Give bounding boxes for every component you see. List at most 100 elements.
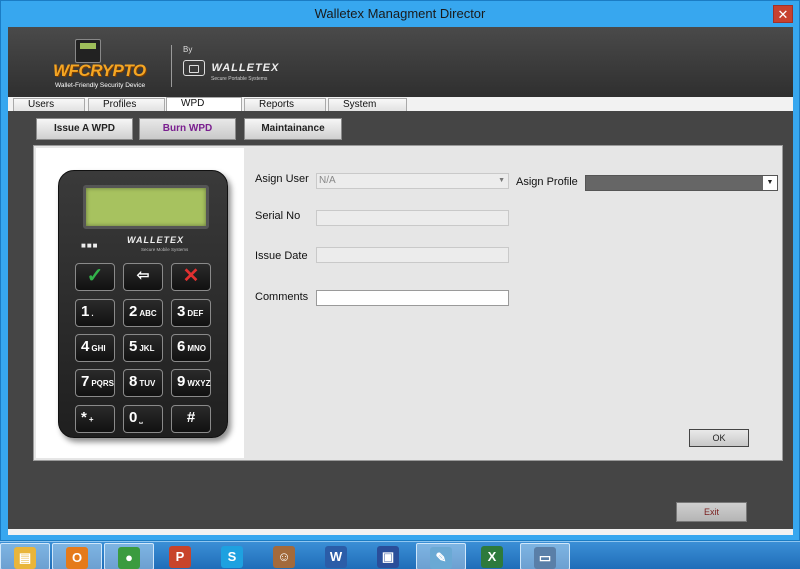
device-key-star: * + xyxy=(75,405,115,433)
chevron-down-icon: ▼ xyxy=(498,177,505,184)
walletex-logo-subtitle: Secure Portable Systems xyxy=(211,76,268,82)
taskbar-notepad[interactable]: ✎ xyxy=(416,543,466,569)
taskbar-outlook[interactable]: O xyxy=(52,543,102,569)
powerpoint-icon: P xyxy=(169,546,191,568)
taskbar-file-explorer[interactable]: ▤ xyxy=(0,543,50,569)
taskbar-chrome[interactable]: ● xyxy=(104,543,154,569)
device-brand: WALLETEX xyxy=(127,235,184,245)
notepad-icon: ✎ xyxy=(430,547,452,569)
burn-wpd-button[interactable]: Burn WPD xyxy=(139,118,236,140)
assign-profile-select[interactable]: ▼ xyxy=(585,175,778,191)
key-digit: 2 xyxy=(129,303,138,320)
key-letters: . xyxy=(91,309,94,318)
footer-bar: Exit xyxy=(8,494,793,529)
tab-reports[interactable]: Reports xyxy=(244,98,326,111)
device-cancel-key: ✕ xyxy=(171,263,211,291)
device-key-2: 2 ABC xyxy=(123,299,163,327)
main-tabs: Users Profiles WPD Reports System xyxy=(8,97,793,111)
wpd-panel: Issue A WPD Burn WPD Maintainance ■■■ WA… xyxy=(8,111,793,503)
chevron-down-icon: ▼ xyxy=(763,176,777,190)
key-letters: WXYZ xyxy=(187,379,211,388)
key-letters: ABC xyxy=(139,309,157,318)
tab-profiles[interactable]: Profiles xyxy=(88,98,165,111)
key-letters: JKL xyxy=(139,344,155,353)
taskbar-word[interactable]: W xyxy=(312,543,362,569)
window-title: Walletex Managment Director xyxy=(314,6,486,21)
logo-divider xyxy=(171,45,172,87)
comments-label: Comments xyxy=(255,291,309,303)
device-key-7: 7 PQRS xyxy=(75,369,115,397)
issue-date-field[interactable] xyxy=(316,247,509,263)
assign-user-value: N/A xyxy=(319,175,336,186)
device-indicator-dots: ■■■ xyxy=(81,241,99,250)
assign-profile-label: Asign Profile xyxy=(516,176,578,188)
taskbar-excel[interactable]: X xyxy=(468,543,518,569)
wfcrypto-logo: WFCRYPTO Wallet-Friendly Security Device xyxy=(53,37,163,93)
chrome-icon: ● xyxy=(118,547,140,569)
wfcrypto-device-icon xyxy=(75,39,101,63)
key-digit: 6 xyxy=(177,338,186,355)
device-lcd-screen xyxy=(83,185,209,229)
taskbar-powerpoint[interactable]: P xyxy=(156,543,206,569)
taskbar-contacts[interactable]: ☺ xyxy=(260,543,310,569)
assign-user-label: Asign User xyxy=(255,173,309,185)
app-window-icon: ▭ xyxy=(534,547,556,569)
tab-system[interactable]: System xyxy=(328,98,407,111)
device-back-key: ⇦ xyxy=(123,263,163,291)
device-key-3: 3 DEF xyxy=(171,299,211,327)
issue-wpd-button[interactable]: Issue A WPD xyxy=(36,118,133,140)
remote-desktop-icon: ▣ xyxy=(377,546,399,568)
device-key-6: 6 MNO xyxy=(171,334,211,362)
comments-field[interactable] xyxy=(316,290,509,306)
key-digit: 5 xyxy=(129,338,138,355)
issue-date-label: Issue Date xyxy=(255,250,308,262)
device-key-hash: # xyxy=(171,405,211,433)
issue-wpd-form: ■■■ WALLETEX Secure Mobile Systems ✓ ⇦ ✕… xyxy=(33,145,783,461)
outlook-icon: O xyxy=(66,547,88,569)
key-digit: 8 xyxy=(129,373,138,390)
walletex-wallet-icon xyxy=(183,59,205,76)
serial-no-label: Serial No xyxy=(255,210,301,222)
device-image-area: ■■■ WALLETEX Secure Mobile Systems ✓ ⇦ ✕… xyxy=(36,148,244,458)
by-label: By xyxy=(183,45,193,54)
key-letters: PQRS xyxy=(91,379,115,388)
header-banner: WFCRYPTO Wallet-Friendly Security Device… xyxy=(8,27,793,97)
device-key-4: 4 GHI xyxy=(75,334,115,362)
key-digit: 4 xyxy=(81,338,90,355)
device-key-5: 5 JKL xyxy=(123,334,163,362)
client-area: WFCRYPTO Wallet-Friendly Security Device… xyxy=(8,27,793,535)
excel-icon: X xyxy=(481,546,503,568)
taskbar-app-window[interactable]: ▭ xyxy=(520,543,570,569)
word-icon: W xyxy=(325,546,347,568)
window-close-button[interactable]: ✕ xyxy=(773,5,793,23)
device-brand-subtitle: Secure Mobile Systems xyxy=(141,247,189,252)
key-letters: GHI xyxy=(91,344,106,353)
file-explorer-icon: ▤ xyxy=(14,547,36,569)
device-key-9: 9 WXYZ xyxy=(171,369,211,397)
wfcrypto-logo-text: WFCRYPTO xyxy=(53,61,146,80)
key-letters: MNO xyxy=(187,344,207,353)
device-key-1: 1. xyxy=(75,299,115,327)
assign-user-select[interactable]: N/A ▼ xyxy=(316,173,509,189)
walletex-logo-text: WALLETEX xyxy=(211,61,280,74)
tab-users[interactable]: Users xyxy=(13,98,85,111)
serial-no-field[interactable] xyxy=(316,210,509,226)
walletex-logo: WALLETEX Secure Portable Systems xyxy=(183,59,280,82)
key-digit: 0 xyxy=(129,409,138,426)
key-digit: 3 xyxy=(177,303,186,320)
key-digit: 9 xyxy=(177,373,186,390)
device-key-0: 0 ⎵ xyxy=(123,405,163,433)
key-digit: 1 xyxy=(81,303,90,320)
exit-button[interactable]: Exit xyxy=(676,502,747,522)
app-window: Walletex Managment Director ✕ WFCRYPTO W… xyxy=(0,0,800,541)
key-digit: * xyxy=(81,409,87,426)
taskbar-remote-desktop[interactable]: ▣ xyxy=(364,543,414,569)
tab-wpd[interactable]: WPD xyxy=(166,97,242,111)
windows-taskbar: ▤ O ● P S ☺ W ▣ ✎ X ▭ xyxy=(0,541,800,569)
taskbar-skype[interactable]: S xyxy=(208,543,258,569)
key-letters: DEF xyxy=(187,309,204,318)
key-letters: TUV xyxy=(139,379,156,388)
ok-button[interactable]: OK xyxy=(689,429,749,447)
maintainance-button[interactable]: Maintainance xyxy=(244,118,342,140)
key-letters: ⎵ xyxy=(139,415,143,424)
